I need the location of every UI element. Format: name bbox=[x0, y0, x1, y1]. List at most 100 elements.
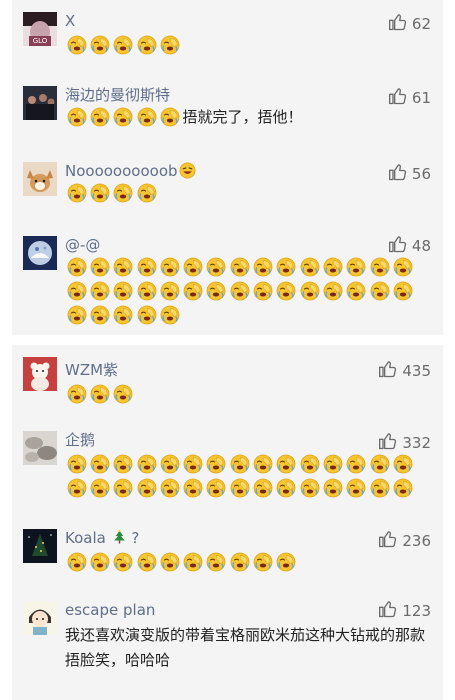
facepalm-emoji bbox=[158, 304, 181, 326]
facepalm-emoji bbox=[391, 453, 414, 475]
facepalm-emoji bbox=[135, 453, 158, 475]
facepalm-emoji bbox=[65, 551, 88, 573]
facepalm-emoji bbox=[228, 453, 251, 475]
commenter-name[interactable]: @-@ bbox=[65, 236, 100, 254]
like-count: 332 bbox=[402, 434, 431, 452]
facepalm-emoji bbox=[88, 106, 111, 128]
facepalm-emoji bbox=[321, 453, 344, 475]
like-count: 123 bbox=[402, 602, 431, 620]
like-count: 435 bbox=[402, 362, 431, 380]
thumbs-up-icon bbox=[378, 599, 398, 623]
like-button[interactable]: 48 bbox=[388, 234, 431, 258]
facepalm-emoji bbox=[88, 477, 111, 499]
facepalm-emoji bbox=[298, 453, 321, 475]
facepalm-emoji bbox=[65, 383, 88, 405]
facepalm-emoji bbox=[112, 551, 135, 573]
commenter-name[interactable]: Koala ? bbox=[65, 529, 139, 550]
laughing-emoji-icon bbox=[179, 162, 196, 183]
facepalm-emoji bbox=[112, 256, 135, 278]
commenter-name[interactable]: X bbox=[65, 12, 75, 30]
like-count: 236 bbox=[402, 532, 431, 550]
comment-text: 捂就完了，捂他！ bbox=[182, 108, 303, 126]
facepalm-emoji bbox=[251, 551, 274, 573]
facepalm-emoji bbox=[158, 453, 181, 475]
facepalm-emoji bbox=[228, 280, 251, 302]
facepalm-emoji bbox=[298, 477, 321, 499]
facepalm-emoji bbox=[88, 304, 111, 326]
facepalm-emoji bbox=[135, 280, 158, 302]
avatar[interactable]: GLO bbox=[23, 12, 57, 46]
avatar[interactable] bbox=[23, 601, 57, 635]
facepalm-emoji bbox=[298, 280, 321, 302]
svg-text:GLO: GLO bbox=[33, 37, 48, 45]
emoji-row bbox=[65, 256, 435, 326]
thumbs-up-icon bbox=[378, 529, 398, 553]
facepalm-emoji bbox=[135, 477, 158, 499]
commenter-name[interactable]: 企鹅 bbox=[65, 431, 95, 449]
facepalm-emoji bbox=[345, 477, 368, 499]
avatar[interactable] bbox=[23, 431, 57, 465]
emoji-row bbox=[65, 453, 435, 499]
facepalm-emoji bbox=[135, 304, 158, 326]
commenter-name[interactable]: escape plan bbox=[65, 601, 155, 619]
comment-item: GLO X 62 bbox=[12, 8, 443, 58]
facepalm-emoji bbox=[65, 453, 88, 475]
avatar[interactable] bbox=[23, 357, 57, 391]
facepalm-emoji bbox=[251, 280, 274, 302]
commenter-name[interactable]: WZM紫 bbox=[65, 361, 118, 379]
facepalm-emoji bbox=[321, 477, 344, 499]
like-button[interactable]: 435 bbox=[378, 359, 431, 383]
thumbs-up-icon bbox=[378, 431, 398, 455]
like-button[interactable]: 236 bbox=[378, 529, 431, 553]
facepalm-emoji bbox=[391, 256, 414, 278]
facepalm-emoji bbox=[112, 453, 135, 475]
like-button[interactable]: 123 bbox=[378, 599, 431, 623]
like-button[interactable]: 62 bbox=[388, 12, 431, 36]
facepalm-emoji bbox=[112, 383, 135, 405]
facepalm-emoji bbox=[135, 182, 158, 204]
facepalm-emoji bbox=[158, 106, 181, 128]
facepalm-emoji bbox=[205, 453, 228, 475]
like-count: 48 bbox=[411, 237, 431, 255]
commenter-name[interactable]: Noooooooooob bbox=[65, 162, 196, 183]
facepalm-emoji bbox=[275, 256, 298, 278]
comment-item: Koala ? 236 bbox=[12, 525, 443, 585]
like-button[interactable]: 332 bbox=[378, 431, 431, 455]
facepalm-emoji bbox=[181, 256, 204, 278]
facepalm-emoji bbox=[251, 477, 274, 499]
thumbs-up-icon bbox=[388, 12, 408, 36]
facepalm-emoji bbox=[112, 182, 135, 204]
facepalm-emoji bbox=[135, 106, 158, 128]
facepalm-emoji bbox=[181, 477, 204, 499]
facepalm-emoji bbox=[65, 106, 88, 128]
thumbs-up-icon bbox=[388, 234, 408, 258]
comment-panel-2: WZM紫 435 企鹅 332 Koala ? 236 escape plan … bbox=[12, 345, 443, 700]
facepalm-emoji bbox=[135, 34, 158, 56]
facepalm-emoji bbox=[345, 453, 368, 475]
facepalm-emoji bbox=[158, 256, 181, 278]
facepalm-emoji bbox=[158, 551, 181, 573]
avatar[interactable] bbox=[23, 529, 57, 563]
emoji-row bbox=[65, 34, 435, 56]
facepalm-emoji bbox=[298, 256, 321, 278]
facepalm-emoji bbox=[321, 256, 344, 278]
facepalm-emoji bbox=[205, 477, 228, 499]
emoji-row bbox=[65, 182, 435, 204]
facepalm-emoji bbox=[135, 551, 158, 573]
avatar[interactable] bbox=[23, 236, 57, 270]
facepalm-emoji bbox=[88, 280, 111, 302]
emoji-row bbox=[65, 383, 435, 405]
facepalm-emoji bbox=[112, 304, 135, 326]
facepalm-emoji bbox=[181, 551, 204, 573]
name-extra: ? bbox=[131, 529, 140, 547]
commenter-name[interactable]: 海边的曼彻斯特 bbox=[65, 86, 170, 104]
facepalm-emoji bbox=[135, 256, 158, 278]
comment-item: 海边的曼彻斯特 61 捂就完了，捂他！ bbox=[12, 82, 443, 137]
facepalm-emoji bbox=[368, 477, 391, 499]
facepalm-emoji bbox=[368, 256, 391, 278]
avatar[interactable] bbox=[23, 162, 57, 196]
comment-item: @-@ 48 bbox=[12, 232, 443, 332]
facepalm-emoji bbox=[275, 477, 298, 499]
avatar[interactable] bbox=[23, 86, 57, 120]
facepalm-emoji bbox=[251, 256, 274, 278]
